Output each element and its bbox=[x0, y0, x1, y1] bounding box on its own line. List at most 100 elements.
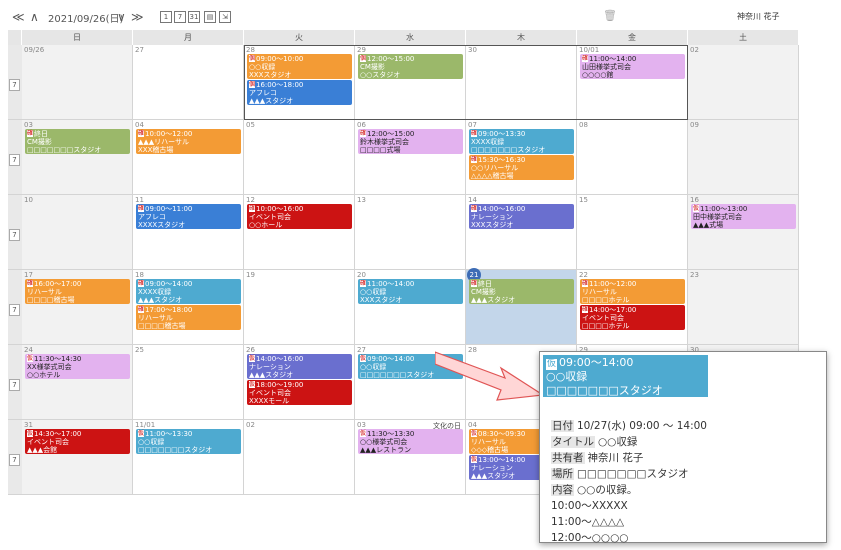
day-cell[interactable]: 09 bbox=[688, 120, 799, 194]
next-month-icon[interactable]: ≫ bbox=[131, 10, 144, 24]
day-cell[interactable]: 10 bbox=[22, 195, 133, 269]
week-row: 7 09/26 27 28 29 30 10/01 02 個09:00～10:00 ○○収録 XXX… bbox=[8, 45, 799, 120]
view-month-button[interactable]: 31 bbox=[188, 11, 200, 23]
day-cell[interactable]: 05 bbox=[244, 120, 355, 194]
date-number: 04 bbox=[135, 121, 144, 129]
popup-event-header[interactable]: 仮 09:00～14:00 ○○収録 □□□□□□□スタジオ bbox=[543, 355, 708, 397]
day-cell[interactable]: 02 bbox=[244, 420, 355, 494]
trash-icon[interactable]: 🗑 bbox=[603, 9, 617, 22]
event-chip[interactable]: 確16:00～17:00 リハーサル □□□□稽古場 bbox=[25, 279, 130, 304]
event-chip[interactable]: 確11:00～14:00 ○○収録 XXXスタジオ bbox=[358, 279, 463, 304]
event-title: リハーサル bbox=[582, 288, 617, 296]
event-time: 11:00～13:00 bbox=[700, 205, 748, 213]
date-number: 26 bbox=[246, 346, 255, 354]
event-chip[interactable]: 個09:00～10:00 ○○収録 XXXスタジオ bbox=[247, 54, 352, 79]
event-tag: 確 bbox=[582, 55, 589, 62]
event-chip[interactable]: 仮14:30～17:00 イベント司会 ▲▲▲会館 bbox=[25, 429, 130, 454]
event-chip[interactable]: 確14:00～16:00 ナレーション XXXスタジオ bbox=[469, 204, 574, 229]
next-week-icon[interactable]: ∨ bbox=[117, 10, 126, 24]
view-week-button[interactable]: 7 bbox=[174, 11, 186, 23]
day-cell[interactable]: 09/26 bbox=[22, 45, 133, 119]
day-cell[interactable]: 08 bbox=[577, 120, 688, 194]
event-chip[interactable]: 確09:00～13:30 XXXX収録 □□□□□□□スタジオ bbox=[469, 129, 574, 154]
event-chip[interactable]: 個12:00～15:00 CM撮影 ○○スタジオ bbox=[358, 54, 463, 79]
event-place: □□□□□□□スタジオ bbox=[471, 146, 546, 154]
day-header: 月 bbox=[133, 30, 244, 45]
week-view-button[interactable]: 7 bbox=[9, 229, 20, 241]
day-cell[interactable]: 02 bbox=[688, 45, 799, 119]
event-place: □□□□稽古場 bbox=[27, 296, 75, 304]
event-chip[interactable]: 仮11:30～14:30 XX様挙式司会 ○○ホテル bbox=[25, 354, 130, 379]
event-place: ○○ホテル bbox=[27, 371, 61, 379]
event-title: ナレーション bbox=[249, 363, 291, 371]
event-tag: 個 bbox=[249, 55, 256, 62]
event-chip[interactable]: 確17:00～18:00 リハーサル □□□□稽古場 bbox=[136, 305, 241, 330]
event-tag: 確 bbox=[138, 205, 145, 212]
event-tag: 仮 bbox=[138, 430, 145, 437]
prev-month-icon[interactable]: ≪ bbox=[12, 10, 25, 24]
day-header: 木 bbox=[466, 30, 577, 45]
print-icon[interactable]: ▤ bbox=[204, 11, 216, 23]
day-cell[interactable]: 19 bbox=[244, 270, 355, 344]
date-number: 10 bbox=[24, 196, 33, 204]
week-view-button[interactable]: 7 bbox=[9, 79, 20, 91]
date-number: 09/26 bbox=[24, 46, 45, 54]
event-title: CM撮影 bbox=[360, 63, 385, 71]
view-day-button[interactable]: 1 bbox=[160, 11, 172, 23]
date-number: 30 bbox=[468, 46, 477, 54]
date-number: 10/01 bbox=[579, 46, 600, 54]
event-chip[interactable]: 仮11:00～13:00 田中様挙式司会 ▲▲▲式場 bbox=[691, 204, 796, 229]
date-number: 28 bbox=[246, 46, 255, 54]
event-time: 11:00～14:00 bbox=[367, 280, 415, 288]
week-view-button[interactable]: 7 bbox=[9, 379, 20, 391]
event-chip[interactable]: 確10:00～16:00 イベント司会 ○○ホール bbox=[247, 204, 352, 229]
event-tag: 個 bbox=[249, 81, 256, 88]
week-view-button[interactable]: 7 bbox=[9, 454, 20, 466]
event-chip[interactable]: 確11:00～14:00 山田様挙式司会 ○○○○館 bbox=[580, 54, 685, 79]
event-chip[interactable]: 仮18:00～19:00 イベント司会 XXXXモール bbox=[247, 380, 352, 405]
event-chip[interactable]: 確10:00～12:00 ▲▲▲リハーサル XXX稽古場 bbox=[136, 129, 241, 154]
event-chip[interactable]: 仮11:00～13:30 ○○収録 □□□□□□□スタジオ bbox=[136, 429, 241, 454]
week-view-button[interactable]: 7 bbox=[9, 304, 20, 316]
day-cell[interactable]: 23 bbox=[688, 270, 799, 344]
export-icon[interactable]: ⇲ bbox=[219, 11, 231, 23]
header-corner bbox=[8, 30, 22, 45]
day-header: 土 bbox=[688, 30, 799, 45]
event-chip[interactable]: 確14:00～17:00 イベント司会 □□□□ホテル bbox=[580, 305, 685, 330]
event-time: 17:00～18:00 bbox=[145, 306, 193, 314]
popup-place: □□□□□□□スタジオ bbox=[546, 384, 663, 397]
event-chip[interactable]: 確09:00～11:00 アフレコ XXXXスタジオ bbox=[136, 204, 241, 229]
date-number: 19 bbox=[246, 271, 255, 279]
event-title: ○○収録 bbox=[138, 438, 165, 446]
popup-tag: 仮 bbox=[546, 359, 557, 370]
day-cell[interactable]: 25 bbox=[133, 345, 244, 419]
event-title: ○○リハーサル bbox=[471, 164, 519, 172]
date-number: 11 bbox=[135, 196, 144, 204]
day-cell[interactable]: 27 bbox=[133, 45, 244, 119]
event-chip[interactable]: 仮11:30～13:30 ○○様挙式司会 ▲▲▲レストラン bbox=[358, 429, 463, 454]
event-chip[interactable]: 確11:00～12:00 リハーサル □□□□ホテル bbox=[580, 279, 685, 304]
event-title: アフレコ bbox=[249, 89, 277, 97]
event-title: ▲▲▲リハーサル bbox=[138, 138, 190, 146]
event-time: 09:00～14:00 bbox=[145, 280, 193, 288]
day-cell[interactable]: 30 bbox=[466, 45, 577, 119]
event-chip[interactable]: 確12:00～15:00 鈴木様挙式司会 □□□□式場 bbox=[358, 129, 463, 154]
event-tag: 確 bbox=[360, 130, 367, 137]
event-place: □□□□□□□スタジオ bbox=[27, 146, 102, 154]
event-time: 11:00～14:00 bbox=[589, 55, 637, 63]
date-number: 11/01 bbox=[135, 421, 156, 429]
event-chip[interactable]: 確15:30～16:30 ○○リハーサル △△△△稽古場 bbox=[469, 155, 574, 180]
day-cell[interactable]: 13 bbox=[355, 195, 466, 269]
day-cell[interactable]: 15 bbox=[577, 195, 688, 269]
event-chip[interactable]: 確09:00～14:00 XXXX収録 ▲▲▲スタジオ bbox=[136, 279, 241, 304]
week-view-button[interactable]: 7 bbox=[9, 154, 20, 166]
event-place: ▲▲▲スタジオ bbox=[249, 97, 294, 105]
event-chip[interactable]: 個16:00～18:00 アフレコ ▲▲▲スタジオ bbox=[247, 80, 352, 105]
prev-week-icon[interactable]: ∧ bbox=[30, 10, 39, 24]
event-chip[interactable]: 確終日 CM撮影 ▲▲▲スタジオ bbox=[469, 279, 574, 304]
event-title: XX様挙式司会 bbox=[27, 363, 72, 371]
event-tag: 確 bbox=[27, 280, 34, 287]
event-chip[interactable]: 確終日 CM撮影 □□□□□□□スタジオ bbox=[25, 129, 130, 154]
event-chip[interactable]: 仮14:00～16:00 ナレーション ▲▲▲スタジオ bbox=[247, 354, 352, 379]
date-number: 14 bbox=[468, 196, 477, 204]
